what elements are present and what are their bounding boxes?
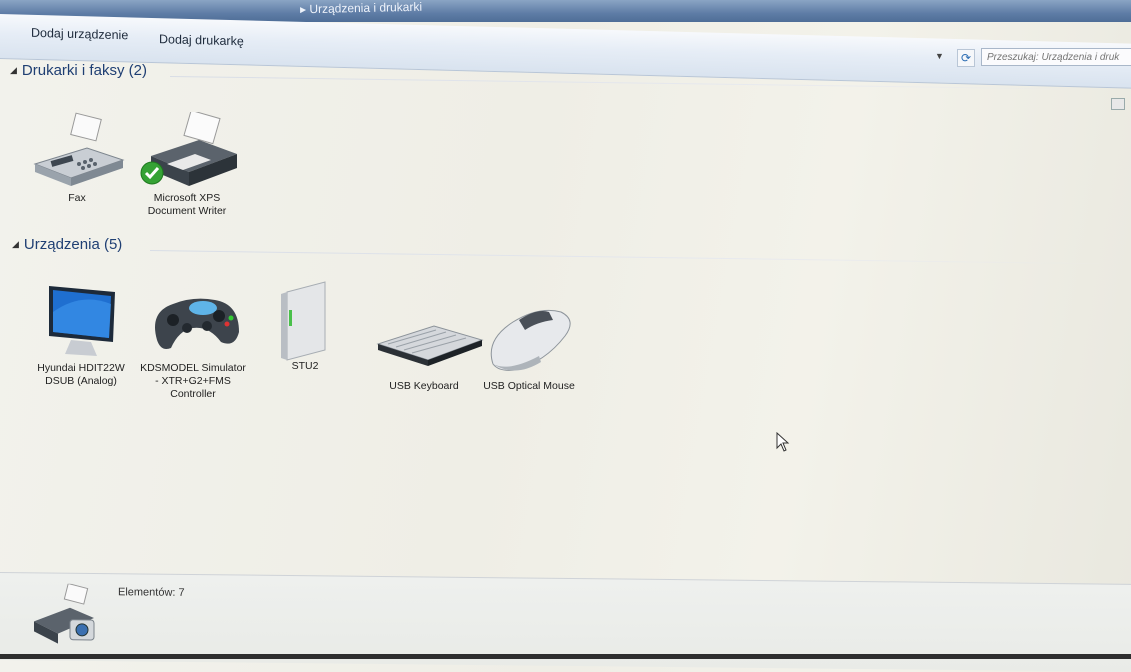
device-tile-monitor[interactable]: Hyundai HDIT22W DSUB (Analog): [26, 282, 136, 388]
mouse-pointer-icon: [776, 432, 790, 452]
dropdown-arrow-icon[interactable]: ▼: [935, 51, 944, 61]
device-label: Fax: [68, 192, 86, 204]
monitor-icon: [31, 282, 131, 360]
devices-and-printers-icon: [30, 582, 102, 646]
fax-icon: [27, 112, 127, 190]
view-options-icon[interactable]: [1111, 98, 1125, 110]
screen-bezel: [0, 654, 1131, 659]
collapse-triangle-icon[interactable]: ◢: [10, 65, 17, 76]
device-tile-mouse[interactable]: USB Optical Mouse: [474, 300, 584, 393]
default-check-icon: [140, 161, 164, 185]
group-header-devices[interactable]: ◢ Urządzenia (5): [12, 236, 122, 253]
device-tile-gamepad[interactable]: KDSMODEL Simulator - XTR+G2+FMS Controll…: [138, 282, 248, 401]
breadcrumb[interactable]: ▸ Urządzenia i drukarki: [300, 0, 422, 16]
add-printer-button[interactable]: Dodaj drukarkę: [152, 29, 251, 52]
gamepad-icon: [143, 282, 243, 360]
device-label: Microsoft XPS Document Writer: [147, 192, 227, 217]
device-tile-stu2[interactable]: STU2: [250, 280, 360, 373]
group-title: Urządzenia (5): [23, 236, 123, 253]
device-label: USB Optical Mouse: [483, 380, 575, 392]
device-label: Hyundai HDIT22W DSUB (Analog): [37, 362, 125, 387]
mouse-icon: [479, 300, 579, 378]
tower-drive-icon: [255, 280, 355, 361]
item-count: Elementów: 7: [118, 586, 185, 599]
search-area: ▼ ⟳: [935, 48, 1131, 70]
device-label: KDSMODEL Simulator - XTR+G2+FMS Controll…: [140, 362, 246, 400]
search-input[interactable]: [981, 48, 1131, 66]
device-tile-keyboard[interactable]: USB Keyboard: [364, 300, 484, 393]
divider: [149, 250, 1120, 265]
device-label: USB Keyboard: [389, 380, 459, 392]
collapse-triangle-icon[interactable]: ◢: [12, 239, 19, 250]
add-device-button[interactable]: Dodaj urządzenie: [24, 23, 135, 46]
group-title: Drukarki i faksy (2): [21, 62, 147, 79]
device-tile-fax[interactable]: Fax: [22, 112, 132, 205]
device-tile-xps-writer[interactable]: Microsoft XPS Document Writer: [132, 109, 242, 218]
group-header-printers[interactable]: ◢ Drukarki i faksy (2): [10, 62, 147, 79]
keyboard-icon: [374, 300, 484, 378]
printer-icon: [137, 109, 237, 190]
refresh-icon[interactable]: ⟳: [957, 49, 975, 67]
